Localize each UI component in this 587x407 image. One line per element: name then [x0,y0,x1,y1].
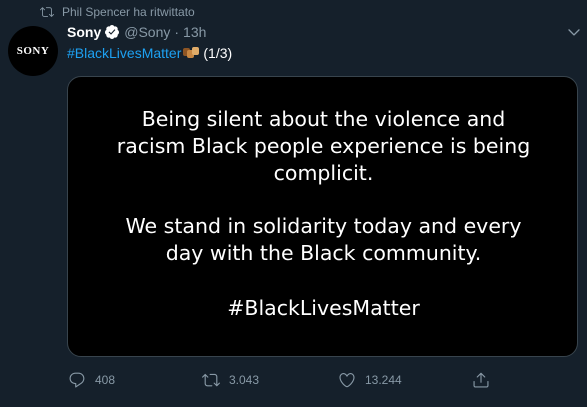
media-text-line-2: racism Black people experience is being [116,134,531,158]
like-icon [339,373,355,388]
retweet-icon [40,7,54,17]
tweet-header: Sony @Sony · 13h [67,22,206,42]
separator-dot: · [174,24,180,40]
thread-count: (1/3) [203,45,233,61]
reply-icon [69,372,85,388]
tweet-timestamp[interactable]: 13h [183,24,206,40]
retweet-icon [202,373,220,387]
author-handle[interactable]: @Sony [124,24,170,40]
share-icon [473,372,489,388]
retweet-button[interactable]: 3.043 [202,368,259,392]
tweet[interactable]: Phil Spencer ha ritwittato SONY Sony @So… [0,0,587,407]
reply-count: 408 [95,373,116,387]
verified-badge-icon [105,25,120,39]
media-text-line-6: #BlackLivesMatter [227,296,420,320]
like-button[interactable]: 13.244 [338,368,402,392]
media-text-line-3: complicit. [273,161,374,185]
media-text-line-1: Being silent about the violence and [141,107,506,131]
media-image[interactable]: Being silent about the violence and raci… [67,76,578,357]
chevron-down-icon[interactable] [566,24,582,40]
avatar[interactable]: SONY [8,26,58,76]
tweet-text: #BlackLivesMatter (1/3) [67,43,232,63]
retweet-context: Phil Spencer ha ritwittato [40,4,195,20]
like-count: 13.244 [365,373,402,387]
sony-logo-text: SONY [16,45,50,57]
media-text-line-4: We stand in solidarity today and every [125,214,522,238]
retweet-context-label[interactable]: Phil Spencer ha ritwittato [62,5,195,19]
author-name[interactable]: Sony [67,24,101,40]
reply-button[interactable]: 408 [68,368,115,392]
retweet-count: 3.043 [229,373,260,387]
raised-fists-icon [183,47,200,58]
hashtag-link[interactable]: #BlackLivesMatter [67,45,181,61]
media-text-line-5: day with the Black community. [165,241,482,265]
tweet-actions: 408 3.043 13.244 [0,368,587,392]
share-button[interactable] [472,368,490,392]
